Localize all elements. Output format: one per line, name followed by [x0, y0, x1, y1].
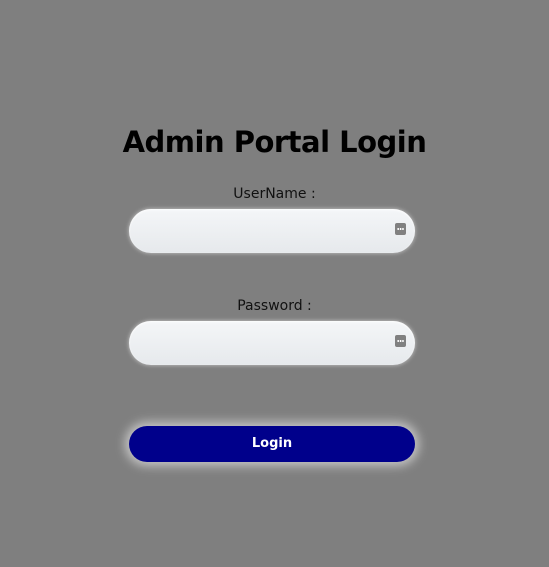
login-button[interactable]: Login — [129, 426, 415, 462]
username-input[interactable] — [147, 209, 387, 253]
login-page: Admin Portal Login UserName : Password :… — [0, 0, 549, 567]
password-label: Password : — [237, 298, 312, 314]
username-label: UserName : — [233, 186, 316, 202]
password-manager-key-icon[interactable] — [395, 223, 406, 235]
username-field-container — [129, 209, 415, 253]
password-input[interactable] — [147, 321, 387, 365]
password-field-container — [129, 321, 415, 365]
page-title: Admin Portal Login — [122, 125, 427, 159]
password-manager-key-icon[interactable] — [395, 335, 406, 347]
